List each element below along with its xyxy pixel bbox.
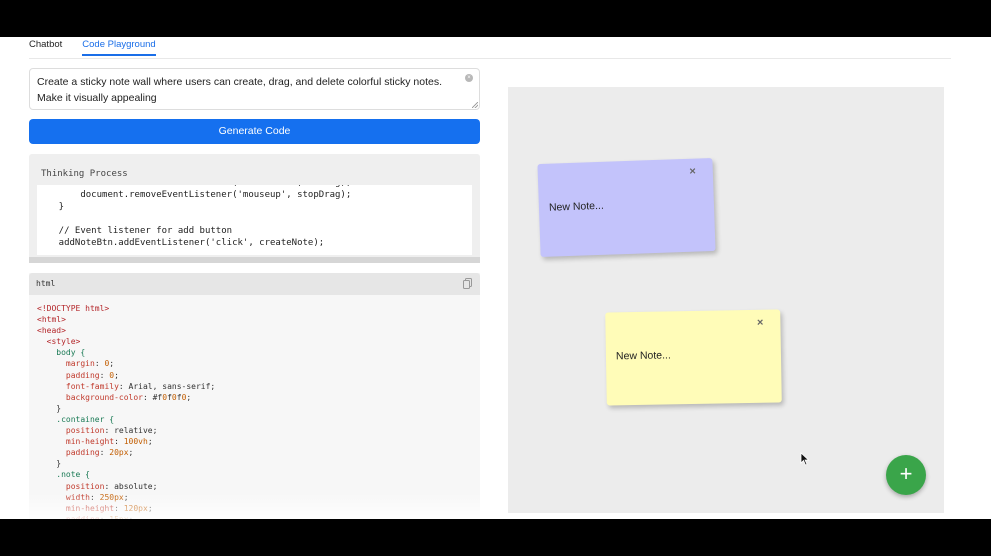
generate-code-button[interactable]: Generate Code (29, 119, 480, 144)
tab-bar: Chatbot Code Playground (29, 37, 156, 58)
code-line: .note { (37, 470, 90, 480)
code-fade (29, 493, 480, 519)
add-note-button[interactable]: + (886, 455, 926, 495)
code-line: position: relative; (65, 426, 158, 436)
tab-code-playground[interactable]: Code Playground (82, 37, 156, 56)
code-line: font-family: Arial, sans-serif; (65, 381, 216, 391)
code-line: } (37, 403, 62, 413)
code-panel: html <!DOCTYPE html> <html> <head> <style>… (29, 273, 480, 519)
code-line: position: absolute; (65, 481, 158, 491)
code-line: padding: 0; (65, 370, 119, 380)
code-line: margin: 0; (65, 359, 115, 369)
prompt-text: Create a sticky note wall where users ca… (37, 76, 443, 104)
code-language-label: html (36, 279, 56, 288)
close-icon[interactable]: × (757, 317, 764, 329)
copy-icon[interactable] (463, 278, 472, 289)
note-text[interactable]: New Note... (616, 349, 671, 362)
code-line: padding: 20px; (65, 448, 134, 458)
code-line: } (37, 459, 62, 469)
code-block: <!DOCTYPE html> <html> <head> <style> body… (37, 303, 215, 519)
thinking-panel: Thinking Process document.removeEventLis… (29, 154, 480, 263)
code-line: <!DOCTYPE html> (37, 304, 110, 313)
code-line: background-color: #f0f0f0; (65, 392, 192, 402)
tab-chatbot[interactable]: Chatbot (29, 37, 62, 56)
code-line: <style> (37, 337, 81, 347)
thinking-title: Thinking Process (41, 169, 128, 179)
prompt-textarea[interactable]: Create a sticky note wall where users ca… (29, 68, 480, 110)
code-panel-header: html (29, 273, 480, 295)
thinking-code-scroll[interactable]: document.removeEventListener('mousemove'… (37, 185, 472, 255)
code-line: min-height: 100vh; (65, 437, 153, 447)
code-line: <html> (37, 315, 66, 325)
close-icon[interactable]: × (689, 166, 696, 178)
sticky-note[interactable]: × New Note... (605, 309, 782, 406)
clear-icon[interactable]: × (465, 74, 473, 82)
sticky-note[interactable]: × New Note... (537, 157, 716, 258)
app-frame: Chatbot Code Playground Create a sticky … (0, 37, 991, 519)
note-text[interactable]: New Note... (549, 200, 604, 214)
code-line: body { (37, 348, 86, 358)
thinking-scrollbar[interactable] (29, 257, 480, 263)
resize-handle-icon[interactable] (472, 102, 478, 108)
tab-divider (29, 58, 951, 59)
thinking-code-text: document.removeEventListener('mousemove'… (58, 185, 352, 248)
code-line: .container { (37, 414, 115, 424)
preview-canvas[interactable]: × New Note... × New Note... + (508, 87, 944, 513)
mouse-cursor-icon (800, 452, 810, 466)
code-line: <head> (37, 326, 66, 336)
